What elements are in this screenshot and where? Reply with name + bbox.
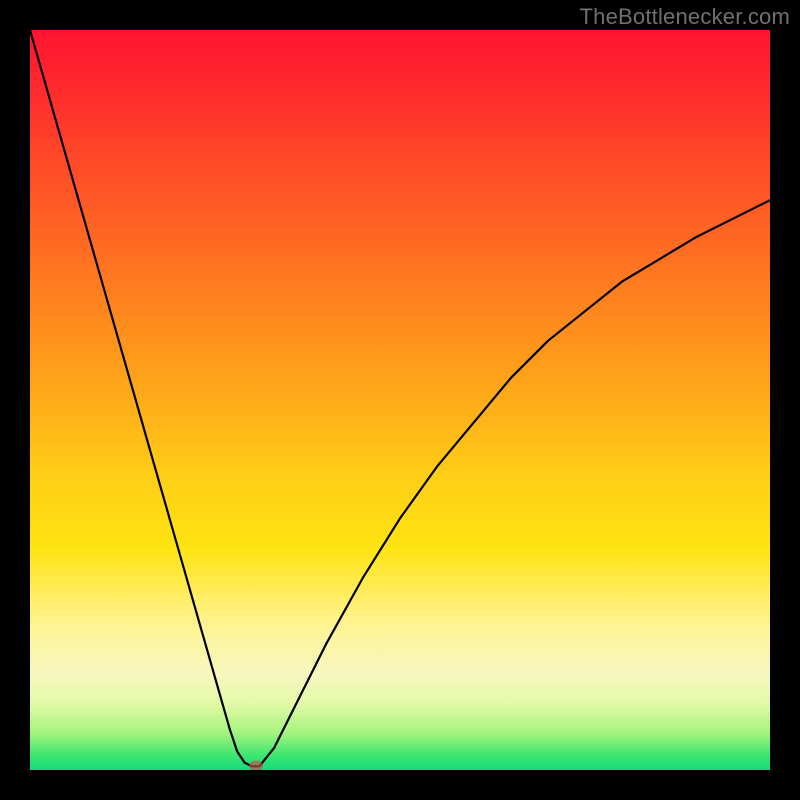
optimal-point-marker bbox=[249, 761, 263, 770]
bottleneck-curve bbox=[30, 30, 770, 766]
chart-frame: TheBottlenecker.com bbox=[0, 0, 800, 800]
plot-area bbox=[30, 30, 770, 770]
curve-svg bbox=[30, 30, 770, 770]
watermark-text: TheBottlenecker.com bbox=[580, 4, 790, 30]
